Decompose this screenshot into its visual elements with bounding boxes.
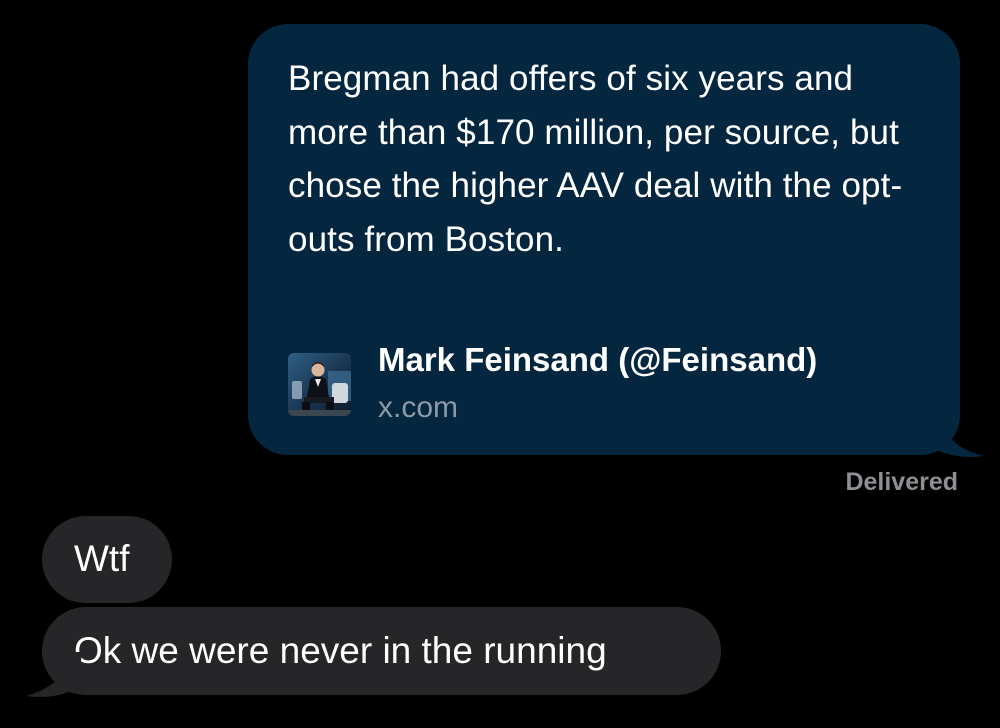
link-preview-meta: Mark Feinsand (@Feinsand) x.com [378, 337, 817, 429]
sent-bubble-tail [928, 412, 984, 457]
link-preview[interactable]: Mark Feinsand (@Feinsand) x.com [288, 337, 817, 429]
link-preview-title: Mark Feinsand (@Feinsand) [378, 341, 818, 378]
received-message-bubble[interactable]: Ok we were never in the running [42, 607, 721, 695]
delivery-status: Delivered [845, 468, 958, 496]
sent-message-text: Bregman had offers of six years and more… [288, 59, 903, 259]
received-bubble-tail [26, 652, 82, 697]
received-message-bubble[interactable]: Wtf [42, 516, 172, 603]
received-message-text: Wtf [74, 538, 130, 579]
sent-message-bubble[interactable]: Bregman had offers of six years and more… [248, 24, 960, 455]
received-message-text: Ok we were never in the running [74, 630, 607, 671]
message-thread: Bregman had offers of six years and more… [0, 0, 1000, 728]
link-preview-thumbnail [288, 353, 351, 416]
link-preview-domain: x.com [378, 391, 459, 424]
person-seated-photo-icon [288, 353, 351, 416]
